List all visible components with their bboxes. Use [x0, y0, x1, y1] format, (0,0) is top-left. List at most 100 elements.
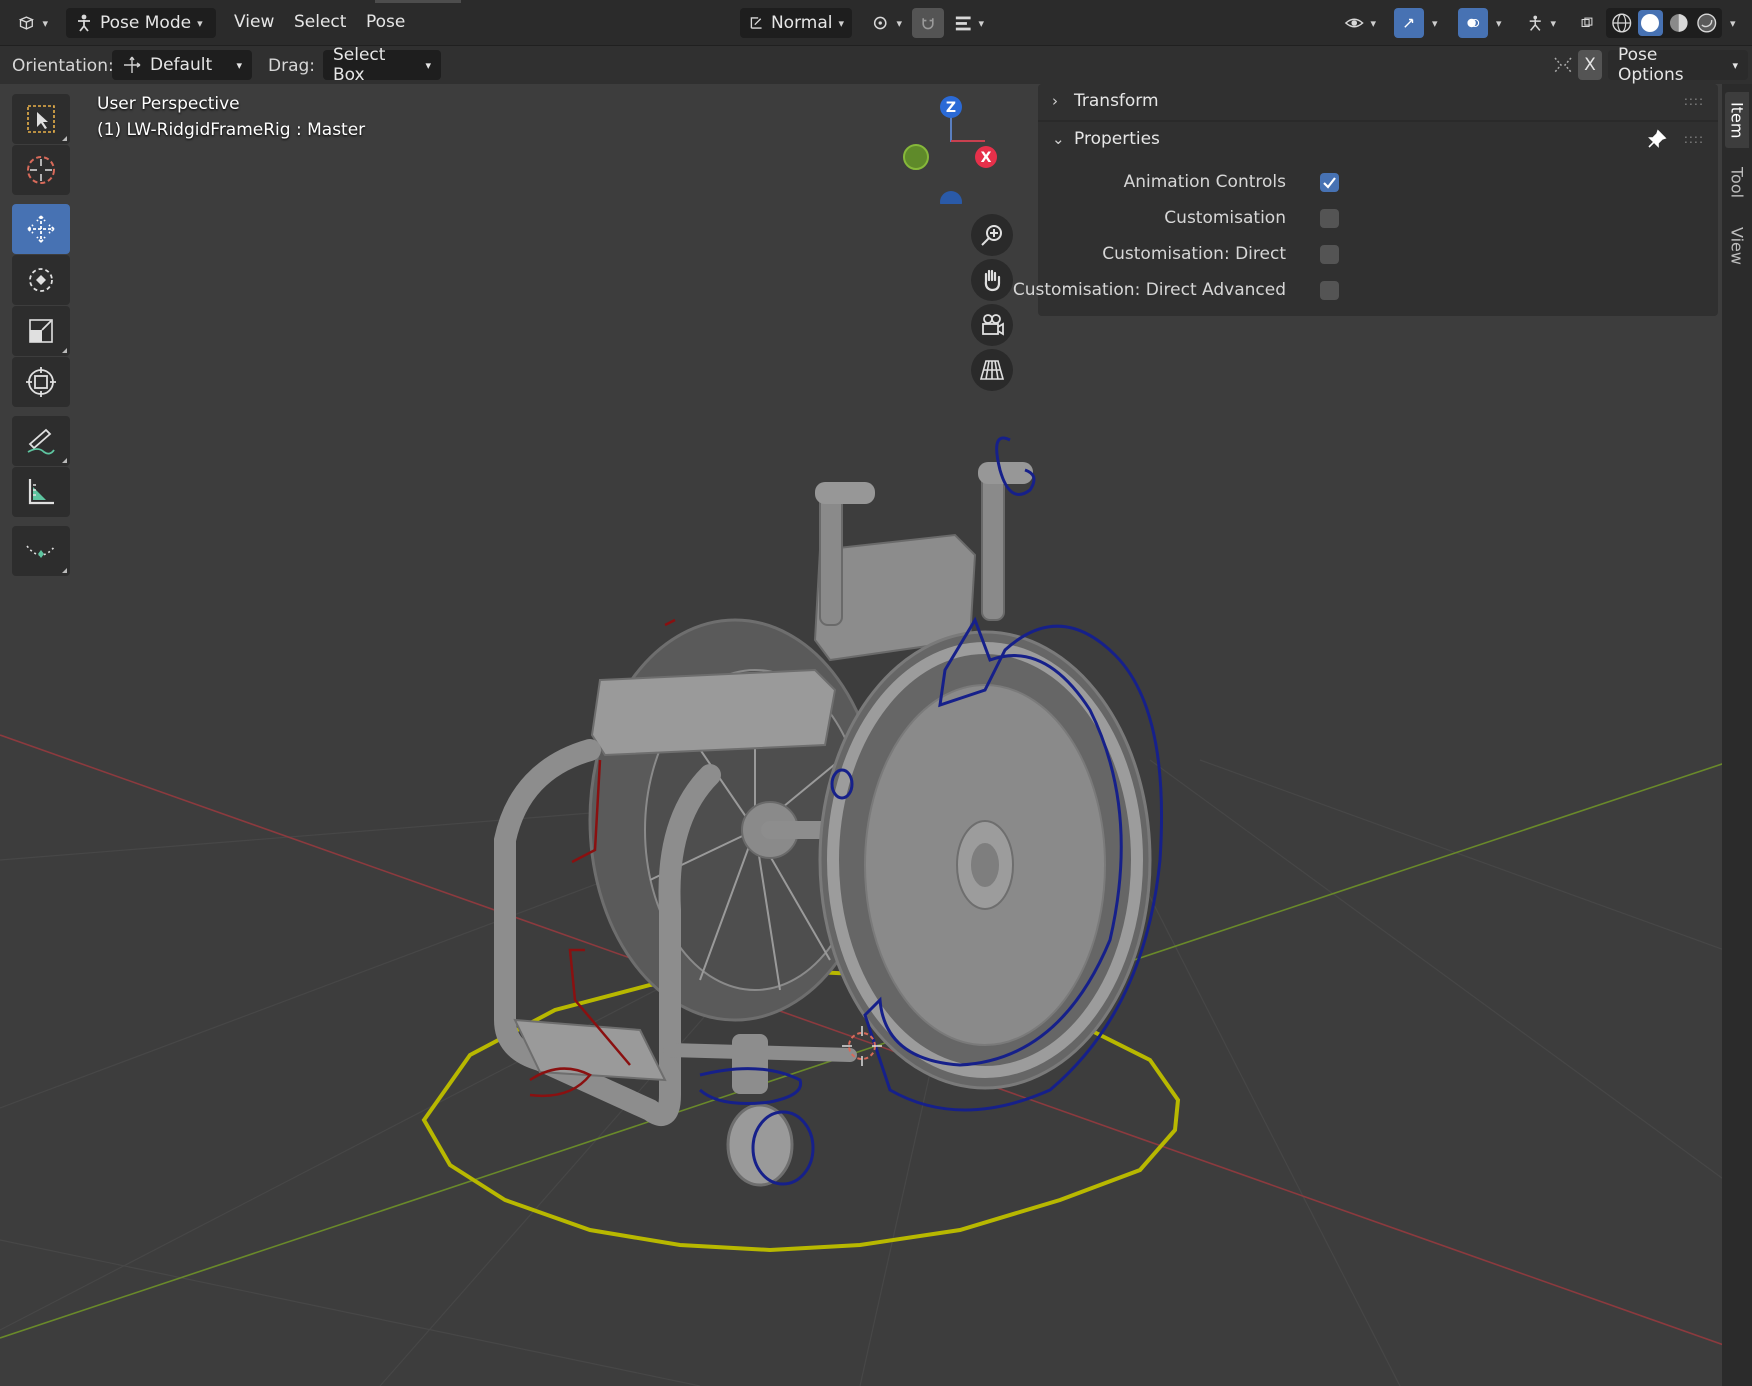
drag-label: Drag:: [268, 56, 316, 76]
bone-overlay-selector[interactable]: ▾: [1518, 8, 1564, 38]
xray-toggle[interactable]: [1572, 8, 1602, 38]
pose-options-dropdown[interactable]: Pose Options ▾: [1608, 45, 1748, 85]
orientation-label: Orientation:: [12, 56, 114, 76]
orientation-dropdown[interactable]: Default ▾: [112, 50, 252, 80]
chevron-down-icon: ▾: [896, 16, 902, 30]
move-tool[interactable]: [12, 204, 70, 254]
rendered-shading-icon[interactable]: [1695, 11, 1719, 35]
chevron-down-icon: ▾: [1732, 58, 1738, 72]
tool-settings-header: Orientation: Default ▾ Drag: Select Box …: [0, 45, 1752, 85]
wireframe-shading-icon[interactable]: [1610, 11, 1634, 35]
property-label: Animation Controls: [1123, 172, 1286, 192]
customisation-direct-advanced-checkbox[interactable]: [1320, 281, 1339, 300]
properties-panel-title: Properties: [1074, 129, 1160, 149]
measure-tool[interactable]: [12, 467, 70, 517]
shading-options-dropdown[interactable]: ▾: [1722, 8, 1748, 38]
view-name: User Perspective: [97, 94, 240, 114]
xray-icon: [1581, 17, 1593, 28]
chevron-down-icon: ▾: [425, 58, 431, 72]
property-row: Customisation: Direct: [1038, 238, 1718, 270]
tab-item-label: Item: [1727, 101, 1747, 139]
perspective-toggle-button[interactable]: [971, 349, 1013, 391]
magnet-icon: [922, 18, 934, 30]
scale-tool[interactable]: [12, 306, 70, 356]
property-label: Customisation: [1164, 208, 1286, 228]
rotate-tool[interactable]: [12, 255, 70, 305]
drag-handle-icon[interactable]: ::::: [1684, 94, 1704, 108]
grid-perspective-icon: [979, 360, 1005, 380]
cursor-icon: [27, 156, 55, 184]
tab-view[interactable]: View: [1725, 218, 1749, 274]
chevron-down-icon: ▾: [838, 16, 844, 30]
z-axis-label: Z: [946, 100, 956, 116]
menu-select[interactable]: Select: [294, 12, 346, 32]
pivot-point-selector[interactable]: ▾: [862, 8, 910, 38]
tab-tool[interactable]: Tool: [1725, 156, 1749, 210]
annotate-tool[interactable]: [12, 416, 70, 466]
customisation-checkbox[interactable]: [1320, 209, 1339, 228]
camera-icon: [982, 314, 1004, 336]
overlays-toggle[interactable]: [1458, 8, 1488, 38]
snap-toggle[interactable]: [912, 8, 944, 38]
zoom-icon: [981, 225, 1002, 246]
snap-target-selector[interactable]: ▾: [946, 8, 992, 38]
editor-type-button[interactable]: ▾: [10, 8, 56, 38]
chevron-down-icon: ▾: [1370, 16, 1376, 30]
zoom-button[interactable]: [971, 214, 1013, 256]
chevron-down-icon: ▾: [42, 16, 48, 30]
menu-pose[interactable]: Pose: [366, 12, 405, 32]
drag-handle-icon[interactable]: ::::: [1684, 132, 1704, 146]
transform-tool[interactable]: [12, 357, 70, 407]
scale-icon: [29, 319, 53, 343]
solid-shading-button[interactable]: [1637, 10, 1663, 36]
pan-button[interactable]: [971, 259, 1013, 301]
drag-dropdown[interactable]: Select Box ▾: [323, 45, 441, 85]
sidebar-tabs: Item Tool View: [1722, 84, 1752, 1386]
tool-variants-indicator: [62, 568, 67, 573]
property-label: Customisation: Direct: [1102, 244, 1286, 264]
solid-shading-icon: [1641, 14, 1660, 32]
chevron-right-icon: ›: [1052, 92, 1058, 110]
viewport-header: ▾ Pose Mode ▾ View Select Pose Normal ▾ …: [0, 0, 1752, 46]
bone-relax-tool[interactable]: [12, 526, 70, 576]
navigation-gizmo[interactable]: Z X: [890, 84, 1010, 204]
transform-orientation-selector[interactable]: Normal ▾: [740, 8, 852, 38]
armature-icon: [1529, 15, 1541, 31]
x-mirror-toggle[interactable]: X: [1578, 50, 1602, 80]
checkmark-icon: [1323, 177, 1336, 189]
area-tab-indicator: [375, 0, 461, 3]
editor-type-3dview-icon: [18, 16, 34, 30]
gizmo-options-dropdown[interactable]: ▾: [1424, 8, 1444, 38]
snap-increment-icon: [955, 16, 971, 31]
customisation-direct-checkbox[interactable]: [1320, 245, 1339, 264]
select-box-icon: [27, 105, 55, 133]
shading-selector[interactable]: [1606, 8, 1722, 38]
neg-z-axis-ball[interactable]: [940, 191, 962, 204]
menu-view[interactable]: View: [234, 12, 274, 32]
transform-icon: [26, 367, 56, 397]
mode-selector[interactable]: Pose Mode ▾: [66, 8, 216, 38]
y-axis-ball[interactable]: [903, 144, 929, 170]
move-icon: [27, 215, 55, 243]
tab-item[interactable]: Item: [1725, 92, 1749, 148]
ruler-icon: [28, 479, 54, 505]
camera-view-button[interactable]: [971, 304, 1013, 346]
gizmo-toggle[interactable]: [1394, 8, 1424, 38]
animation-controls-checkbox[interactable]: [1320, 173, 1339, 192]
material-preview-icon[interactable]: [1667, 11, 1691, 35]
select-box-tool[interactable]: [12, 94, 70, 144]
chevron-down-icon: ⌄: [1052, 130, 1065, 148]
orientation-value: Default: [150, 55, 213, 75]
visibility-selector[interactable]: ▾: [1336, 8, 1384, 38]
sidebar-panel: › Transform :::: ⌄ Properties :::: Anima…: [1013, 84, 1718, 316]
mirror-icon-button[interactable]: [1548, 50, 1578, 80]
tab-tool-label: Tool: [1727, 167, 1747, 199]
properties-panel-header[interactable]: ⌄ Properties ::::: [1038, 122, 1718, 156]
hand-icon: [984, 269, 1001, 292]
object-info: (1) LW-RidgidFrameRig : Master: [97, 120, 366, 140]
pin-icon[interactable]: [1646, 128, 1668, 150]
3d-viewport[interactable]: User Perspective (1) LW-RidgidFrameRig :…: [0, 84, 1752, 1386]
cursor-tool[interactable]: [12, 145, 70, 195]
overlays-options-dropdown[interactable]: ▾: [1488, 8, 1508, 38]
transform-panel-header[interactable]: › Transform ::::: [1038, 84, 1718, 118]
